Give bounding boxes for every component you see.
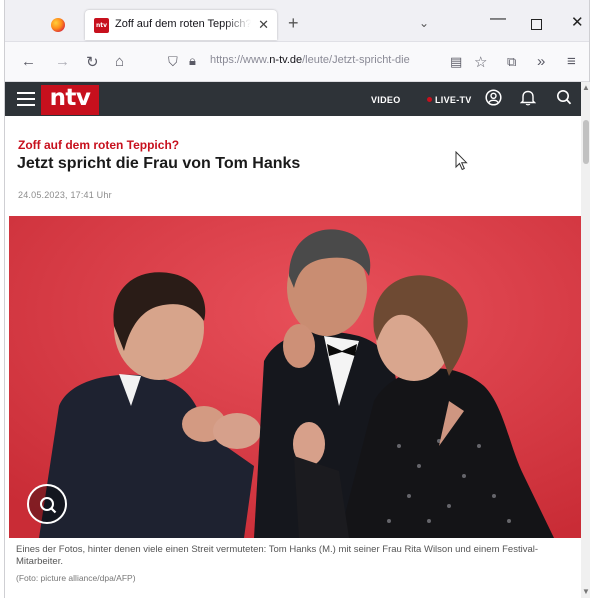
window-close-icon[interactable]: ✕ (571, 13, 584, 31)
reader-icon[interactable]: ▤ (450, 54, 462, 70)
article-kicker: Zoff auf dem roten Teppich? (18, 138, 180, 152)
reload-icon[interactable]: ↻ (86, 53, 99, 71)
home-icon[interactable]: ⌂ (115, 53, 124, 70)
site-header: ntv VIDEO LIVE-TV (5, 82, 581, 116)
nav-live-tv-link[interactable]: LIVE-TV (435, 95, 472, 105)
menu-icon[interactable]: ≡ (567, 53, 576, 70)
lock-icon[interactable]: 🔒︎ (189, 53, 196, 69)
nav-video-link[interactable]: VIDEO (371, 95, 401, 105)
article-headline: Jetzt spricht die Frau von Tom Hanks (17, 155, 301, 172)
navigation-toolbar: ← → ↻ ⌂ ⛉ 🔒︎ https://www.n-tv.de/leute/J… (5, 42, 589, 82)
live-indicator (427, 97, 432, 102)
hamburger-icon[interactable] (17, 92, 35, 106)
plus-icon[interactable]: + (288, 13, 299, 34)
account-icon[interactable] (485, 89, 502, 110)
minimize-icon[interactable]: — (490, 10, 506, 28)
search-icon[interactable] (556, 89, 572, 110)
extensions-icon[interactable]: ⧉ (507, 54, 516, 70)
maximize-icon[interactable] (531, 19, 542, 30)
tab-strip: ntv Zoff auf dem roten Teppich?: Je ✕ + … (5, 0, 589, 42)
scroll-down-icon[interactable]: ▼ (582, 587, 590, 596)
photo-caption: Eines der Fotos, hinter denen viele eine… (16, 544, 539, 567)
close-icon[interactable]: ✕ (258, 17, 269, 33)
forward-icon[interactable]: → (55, 53, 70, 70)
zoom-icon (40, 497, 57, 514)
ntv-logo[interactable]: ntv (41, 85, 99, 115)
page-scrollbar[interactable]: ▲ ▼ (581, 82, 590, 598)
ntv-favicon-icon: ntv (94, 18, 109, 33)
tab-active[interactable]: ntv Zoff auf dem roten Teppich?: Je ✕ (85, 10, 277, 40)
scroll-up-icon[interactable]: ▲ (582, 83, 590, 92)
chevron-down-icon[interactable]: ⌄ (419, 16, 429, 30)
shield-icon[interactable]: ⛉ (168, 54, 178, 70)
article-photo[interactable] (9, 216, 581, 538)
back-icon[interactable]: ← (21, 53, 36, 70)
firefox-icon[interactable] (51, 18, 65, 32)
mouse-cursor-icon (455, 151, 468, 171)
overflow-icon[interactable]: » (537, 53, 545, 70)
browser-window: ntv Zoff auf dem roten Teppich?: Je ✕ + … (4, 0, 590, 598)
tab-title: Zoff auf dem roten Teppich?: Je (115, 18, 251, 30)
scroll-thumb[interactable] (583, 120, 589, 164)
photo-credit: (Foto: picture alliance/dpa/AFP) (16, 573, 136, 583)
url-bar[interactable]: https://www.n-tv.de/leute/Jetzt-spricht-… (210, 54, 446, 66)
red-carpet-photo-illustration (9, 216, 581, 538)
photo-zoom-button[interactable] (27, 484, 67, 524)
bell-icon[interactable] (519, 89, 537, 110)
star-icon[interactable]: ☆ (474, 53, 487, 71)
article-date: 24.05.2023, 17:41 Uhr (18, 190, 112, 200)
